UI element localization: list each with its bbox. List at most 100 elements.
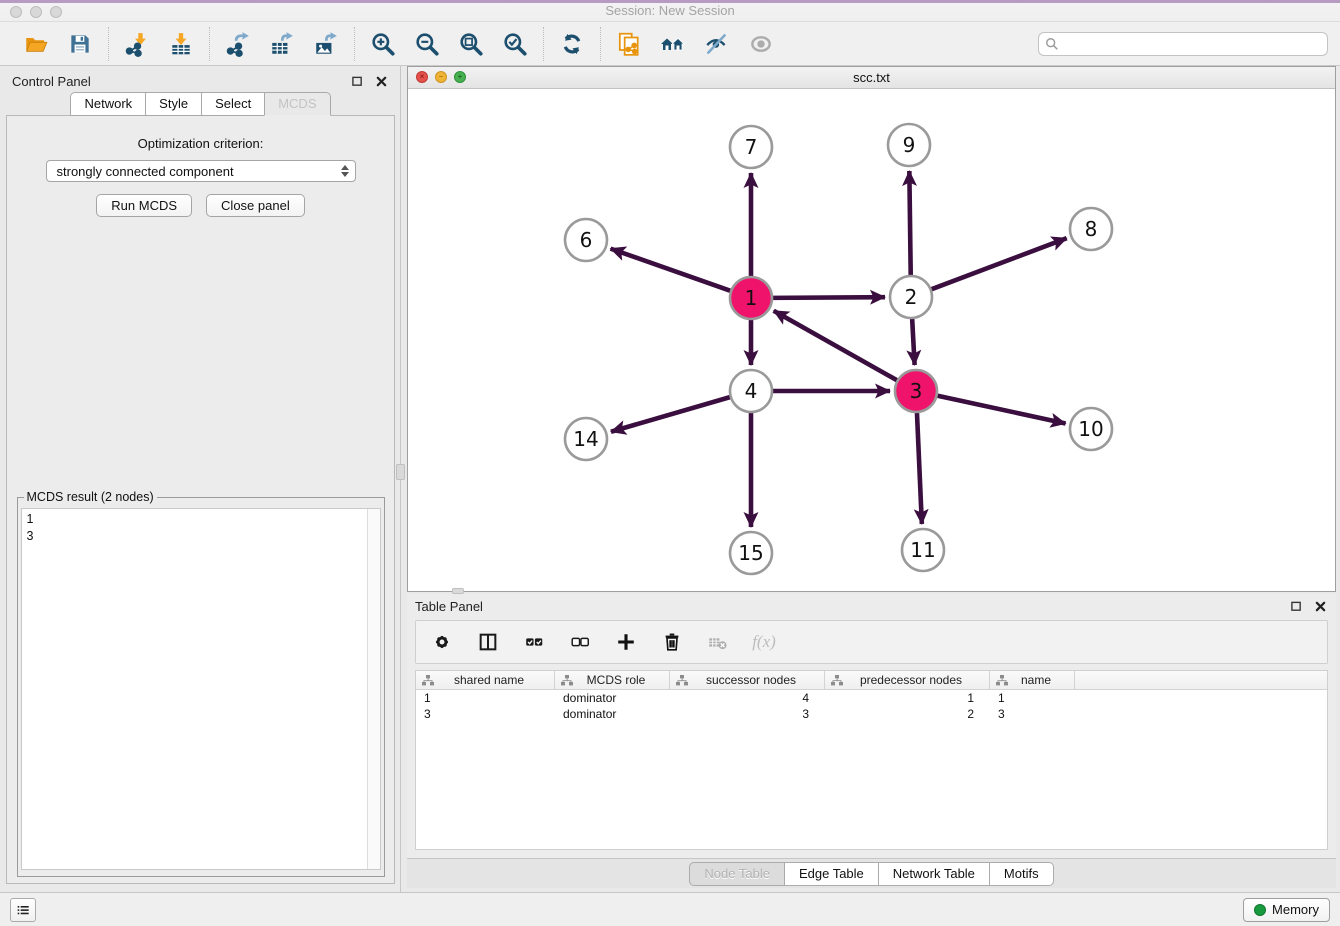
graph-node-label-11: 11 — [910, 538, 935, 562]
mcds-panel: Optimization criterion: strongly connect… — [6, 115, 395, 884]
apply-layout-icon[interactable] — [558, 30, 586, 58]
save-session-icon[interactable] — [66, 30, 94, 58]
table-cell[interactable]: 1 — [990, 691, 1075, 705]
column-header-shared-name[interactable]: shared name — [416, 671, 555, 689]
criterion-select[interactable]: strongly connected component — [46, 160, 356, 182]
tab-motifs[interactable]: Motifs — [989, 862, 1054, 886]
table-cell[interactable]: 1 — [825, 691, 990, 705]
window-titlebar: Session: New Session — [0, 0, 1340, 22]
task-history-button[interactable] — [10, 898, 36, 922]
first-neighbors-icon[interactable] — [659, 30, 687, 58]
table-cell[interactable]: 3 — [416, 707, 555, 721]
network-close-button[interactable]: × — [416, 71, 428, 83]
show-all-icon — [747, 30, 775, 58]
table-cell[interactable]: 3 — [670, 707, 825, 721]
zoom-in-icon[interactable] — [369, 30, 397, 58]
graph-node-label-8: 8 — [1085, 217, 1098, 241]
network-minimize-button[interactable]: − — [435, 71, 447, 83]
graph-edge-3-1[interactable] — [774, 311, 898, 381]
graph-edge-2-3[interactable] — [912, 318, 915, 365]
graph-edge-2-9[interactable] — [909, 171, 910, 276]
float-panel-icon[interactable] — [349, 73, 365, 89]
table-cell[interactable]: dominator — [555, 691, 670, 705]
graph-node-label-7: 7 — [745, 135, 758, 159]
graph-edge-1-2[interactable] — [772, 297, 885, 298]
graph-edge-2-8[interactable] — [931, 238, 1067, 289]
search-input[interactable] — [1038, 32, 1328, 56]
apply-function-icon: f(x) — [752, 630, 776, 654]
select-all-icon[interactable] — [522, 630, 546, 654]
export-image-icon[interactable] — [312, 30, 340, 58]
status-bar: Memory — [0, 892, 1340, 926]
mcds-result-item: 3 — [27, 528, 362, 545]
tab-mcds[interactable]: MCDS — [264, 92, 330, 116]
export-network-icon[interactable] — [224, 30, 252, 58]
column-type-icon — [996, 675, 1008, 686]
show-columns-icon[interactable] — [476, 630, 500, 654]
import-network-icon[interactable] — [123, 30, 151, 58]
mcds-result-box: MCDS result (2 nodes) 13 — [17, 497, 385, 877]
main-toolbar — [0, 22, 1340, 66]
select-chevrons-icon — [341, 165, 349, 177]
vertical-splitter[interactable] — [398, 66, 404, 892]
table-tabs-strip: Node TableEdge TableNetwork TableMotifs — [407, 858, 1336, 888]
search-icon — [1045, 37, 1059, 51]
column-header-successor-nodes[interactable]: successor nodes — [670, 671, 825, 689]
mcds-result-title: MCDS result (2 nodes) — [24, 490, 157, 504]
table-settings-icon[interactable] — [430, 630, 454, 654]
close-table-panel-icon[interactable] — [1312, 598, 1328, 614]
network-title: scc.txt — [408, 70, 1335, 85]
table-panel: Table Panel — [407, 594, 1336, 888]
unselect-all-icon[interactable] — [568, 630, 592, 654]
column-header-predecessor-nodes[interactable]: predecessor nodes — [825, 671, 990, 689]
add-row-icon[interactable] — [614, 630, 638, 654]
graph-edge-1-6[interactable] — [611, 249, 732, 291]
close-panel-icon[interactable] — [373, 73, 389, 89]
toolbar-search — [1038, 32, 1328, 56]
table-row[interactable]: 1dominator411 — [416, 690, 1327, 706]
memory-button[interactable]: Memory — [1243, 898, 1330, 922]
new-network-from-selection-icon[interactable] — [615, 30, 643, 58]
run-mcds-button[interactable]: Run MCDS — [96, 194, 192, 217]
column-header-MCDS-role[interactable]: MCDS role — [555, 671, 670, 689]
import-table-icon[interactable] — [167, 30, 195, 58]
tab-edge-table[interactable]: Edge Table — [784, 862, 878, 886]
graph-edge-3-10[interactable] — [937, 395, 1066, 423]
tab-select[interactable]: Select — [201, 92, 264, 116]
export-table-icon[interactable] — [268, 30, 296, 58]
table-row[interactable]: 3dominator323 — [416, 706, 1327, 722]
open-session-icon[interactable] — [22, 30, 50, 58]
cytoscape-window: Session: New Session — [0, 0, 1340, 926]
zoom-fit-icon[interactable] — [457, 30, 485, 58]
float-table-panel-icon[interactable] — [1288, 598, 1304, 614]
column-type-icon — [831, 675, 843, 686]
graph-node-label-4: 4 — [745, 379, 758, 403]
zoom-selected-icon[interactable] — [501, 30, 529, 58]
content-area: Control Panel NetworkStyleSelectMCDS Opt… — [0, 66, 1340, 892]
tab-style[interactable]: Style — [145, 92, 201, 116]
graph-edge-3-11[interactable] — [917, 412, 922, 524]
network-canvas[interactable]: 7968124314101511 — [408, 89, 1335, 591]
graph-node-label-3: 3 — [910, 379, 923, 403]
hide-selected-icon[interactable] — [703, 30, 731, 58]
zoom-out-icon[interactable] — [413, 30, 441, 58]
table-cell[interactable]: dominator — [555, 707, 670, 721]
table-cell[interactable]: 2 — [825, 707, 990, 721]
table-cell[interactable]: 3 — [990, 707, 1075, 721]
table-cell[interactable]: 1 — [416, 691, 555, 705]
close-panel-button[interactable]: Close panel — [206, 194, 305, 217]
mcds-result-list: 13 — [22, 509, 367, 869]
tab-node-table[interactable]: Node Table — [689, 862, 784, 886]
column-header-name[interactable]: name — [990, 671, 1075, 689]
graph-edge-4-14[interactable] — [611, 397, 731, 432]
delete-row-icon[interactable] — [660, 630, 684, 654]
column-type-icon — [676, 675, 688, 686]
graph-node-label-6: 6 — [580, 228, 593, 252]
memory-status-icon — [1254, 904, 1266, 916]
table-cell[interactable]: 4 — [670, 691, 825, 705]
network-maximize-button[interactable]: + — [454, 71, 466, 83]
tab-network-table[interactable]: Network Table — [878, 862, 989, 886]
result-scrollbar[interactable] — [367, 509, 380, 869]
splitter-handle[interactable] — [396, 464, 405, 480]
tab-network[interactable]: Network — [70, 92, 145, 116]
